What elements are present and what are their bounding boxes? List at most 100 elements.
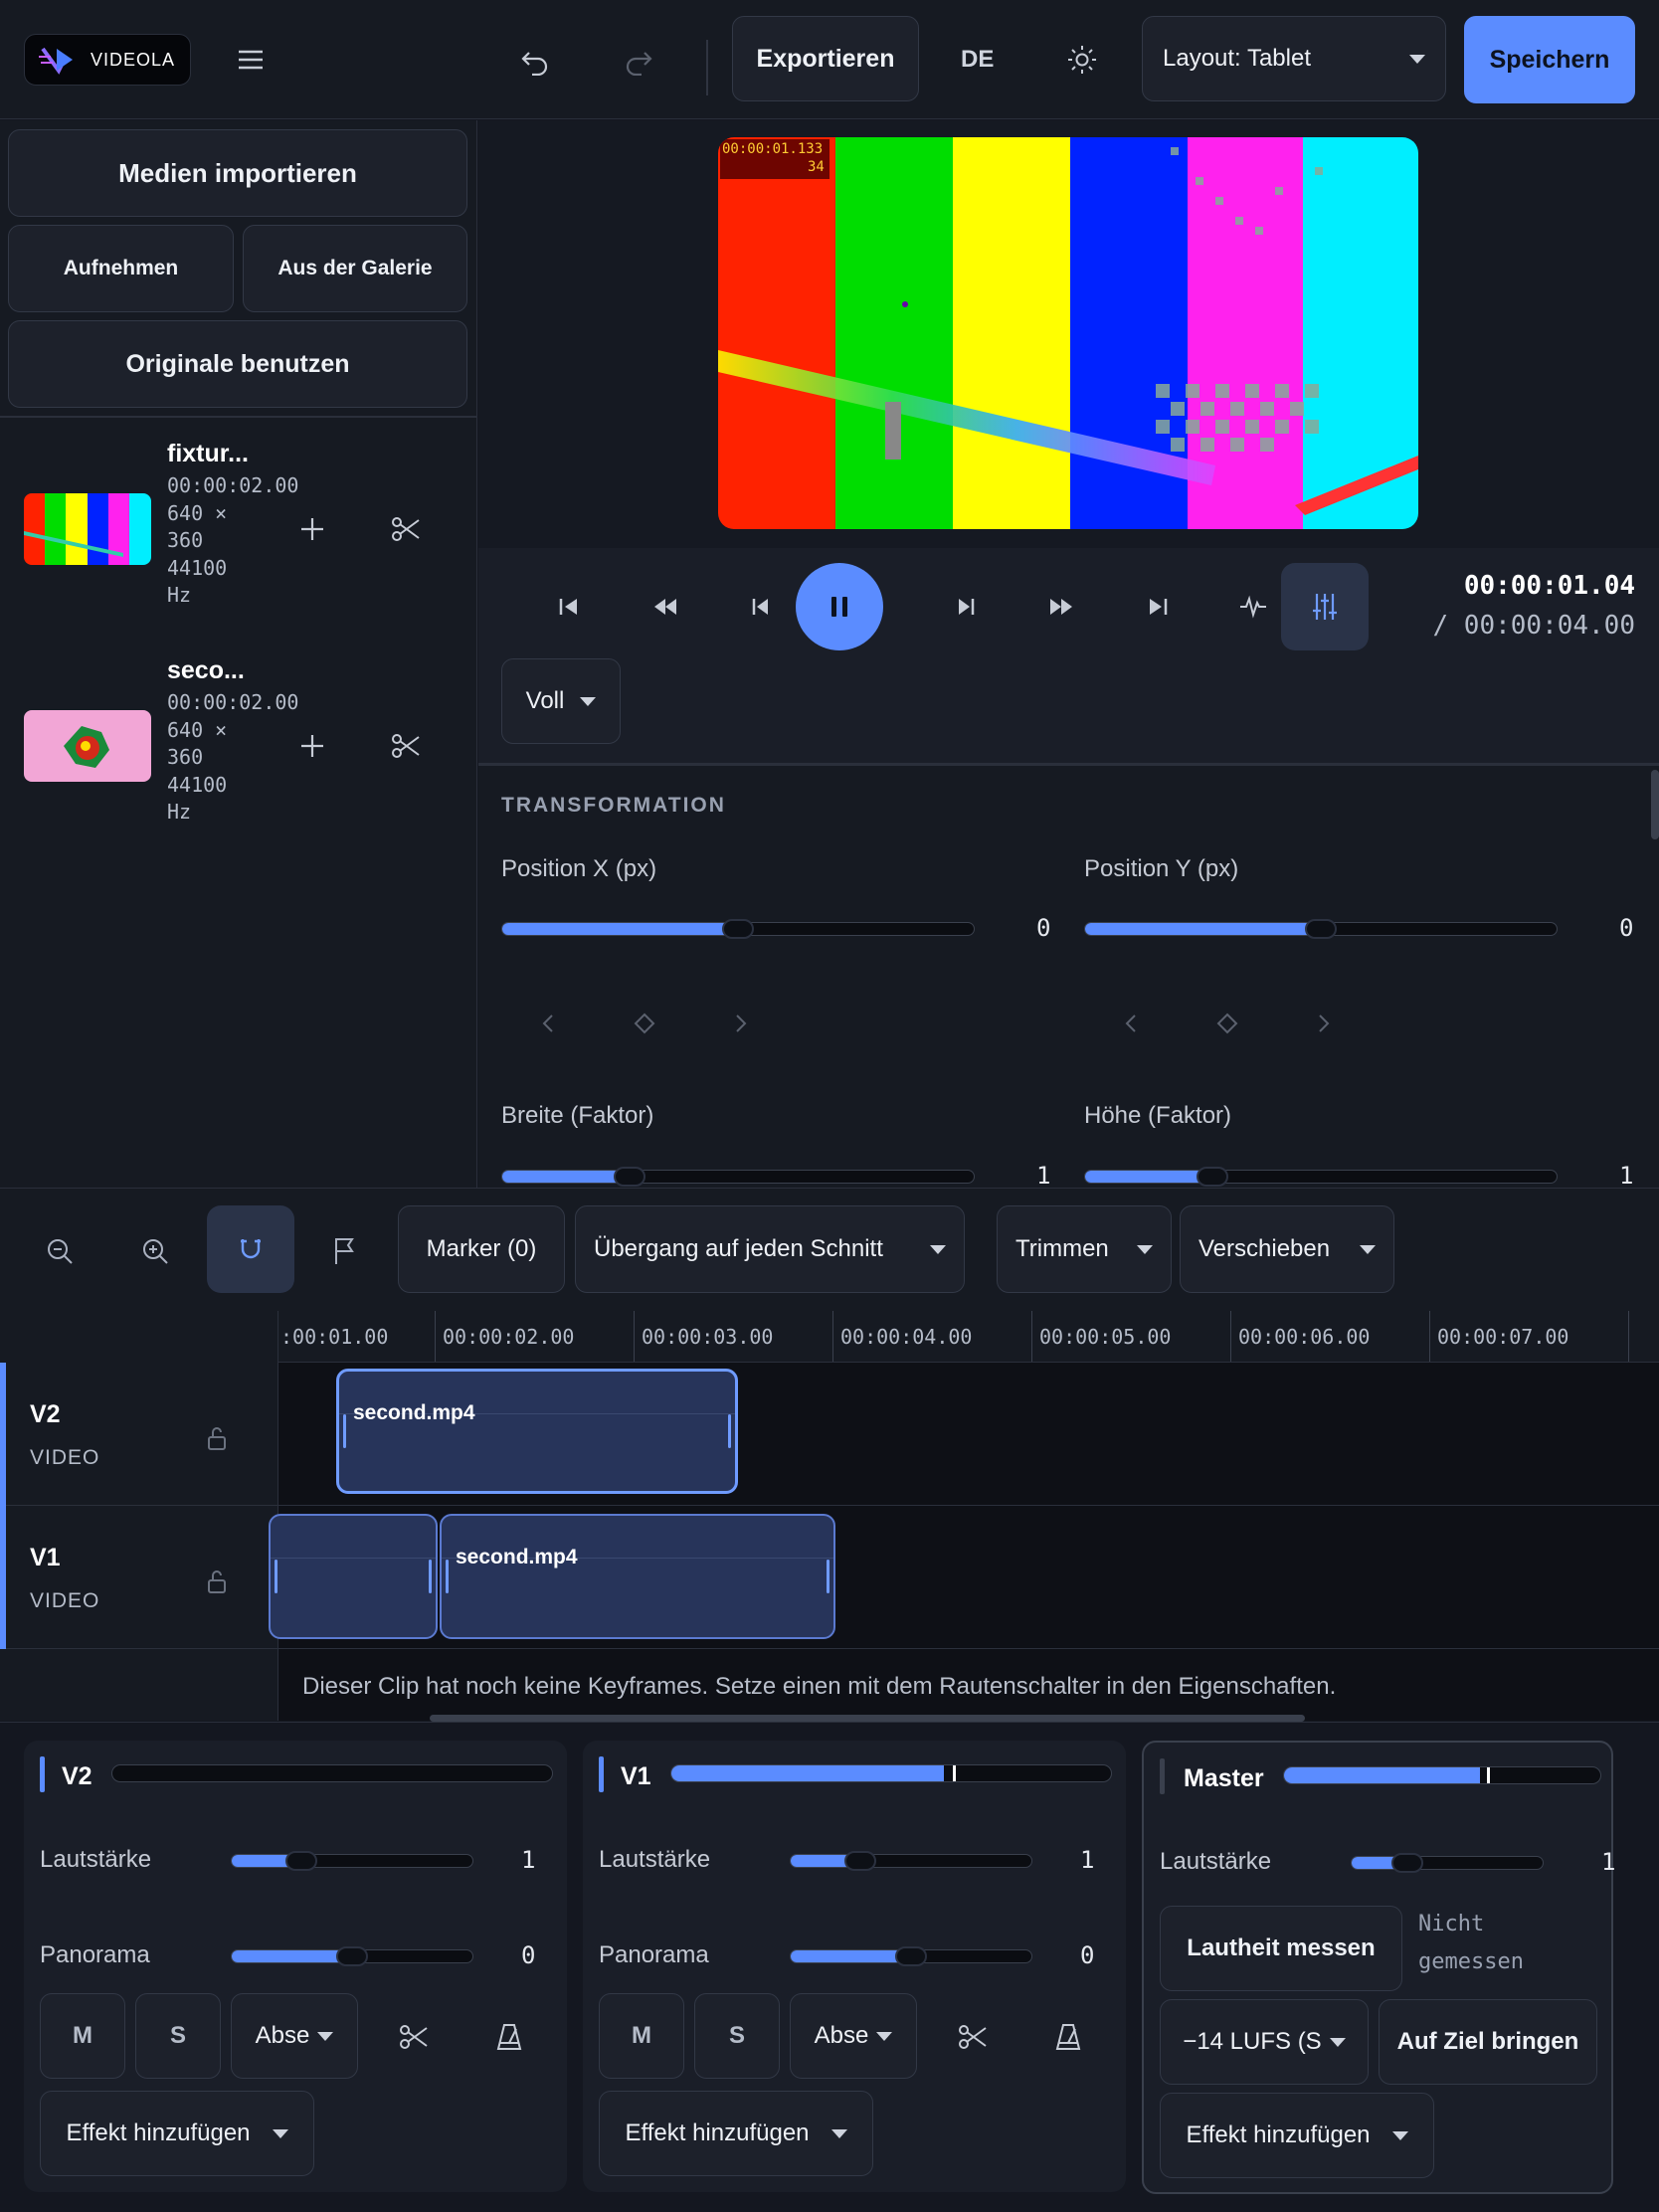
save-button[interactable]: Speichern — [1464, 16, 1635, 103]
chevron-left-button[interactable] — [1108, 1004, 1156, 1043]
step-back-button[interactable] — [736, 587, 784, 627]
pan-slider-knob[interactable] — [336, 1946, 368, 1966]
volume-slider[interactable] — [1351, 1853, 1544, 1873]
redo-icon[interactable] — [615, 40, 662, 84]
add-effect-select[interactable]: Effekt hinzufügen — [599, 2091, 873, 2176]
loudness-target-select[interactable]: −14 LUFS (S — [1160, 1999, 1369, 2085]
record-button[interactable]: Aufnehmen — [8, 225, 234, 312]
metronome-button[interactable] — [487, 2015, 531, 2059]
skip-to-end-button[interactable] — [1134, 587, 1182, 627]
trim-media-button[interactable] — [384, 507, 428, 551]
menu-icon[interactable] — [227, 38, 275, 82]
timeline-clip[interactable] — [269, 1514, 438, 1639]
clip-trim-handle-right[interactable] — [728, 1414, 731, 1448]
volume-slider[interactable] — [231, 1851, 473, 1871]
marker-button[interactable]: Marker (0) — [398, 1205, 565, 1293]
scissors-button[interactable] — [951, 2015, 995, 2059]
skip-to-start-button[interactable] — [545, 587, 593, 627]
time-ruler[interactable]: :00:01.00 00:00:02.00 00:00:03.00 00:00:04.… — [278, 1311, 1659, 1363]
slider-pos_y-knob[interactable] — [1305, 919, 1337, 939]
clip-trim-handle-left[interactable] — [446, 1559, 449, 1594]
language-toggle[interactable]: DE — [961, 46, 994, 74]
transition-select[interactable]: Übergang auf jeden Schnitt — [575, 1205, 965, 1293]
gallery-button[interactable]: Aus der Galerie — [243, 225, 467, 312]
slider-pos_y[interactable] — [1084, 919, 1558, 939]
mixer-toggle-button[interactable] — [1281, 563, 1369, 650]
import-media-button[interactable]: Medien importieren — [8, 129, 467, 217]
step-forward-button[interactable] — [943, 587, 991, 627]
track-header[interactable]: V2 VIDEO — [0, 1363, 278, 1506]
prop-label-height: Höhe (Faktor) — [1084, 1102, 1232, 1129]
apply-target-button[interactable]: Auf Ziel bringen — [1379, 1999, 1597, 2085]
track-header[interactable]: V1 VIDEO — [0, 1506, 278, 1649]
chevron-right-icon — [1319, 1014, 1330, 1032]
zoom-out-icon[interactable] — [36, 1227, 84, 1275]
slider-height[interactable] — [1084, 1167, 1558, 1187]
video-preview: 00:00:01.133 34 — [718, 137, 1418, 529]
theme-sun-icon[interactable] — [1060, 38, 1104, 82]
pan-slider[interactable] — [790, 1946, 1032, 1966]
pan-slider-knob[interactable] — [895, 1946, 927, 1966]
timeline-clip[interactable]: second.mp4 — [336, 1369, 738, 1494]
properties-scrollbar[interactable] — [1651, 770, 1659, 839]
export-button[interactable]: Exportieren — [732, 16, 919, 101]
slider-pos_x[interactable] — [501, 919, 975, 939]
clip-trim-handle-right[interactable] — [827, 1559, 830, 1594]
send-select[interactable]: Abse — [231, 1993, 358, 2079]
pan-slider[interactable] — [231, 1946, 473, 1966]
slider-height-knob[interactable] — [1196, 1167, 1228, 1187]
trim-select[interactable]: Trimmen — [997, 1205, 1172, 1293]
rewind-button[interactable] — [641, 587, 688, 627]
solo-button[interactable]: S — [694, 1993, 780, 2079]
flag-icon[interactable] — [320, 1227, 368, 1275]
measure-loudness-button[interactable]: Lautheit messen — [1160, 1906, 1402, 1991]
send-select[interactable]: Abse — [790, 1993, 917, 2079]
add-effect-select[interactable]: Effekt hinzufügen — [1160, 2093, 1434, 2178]
section-title: TRANSFORMATION — [501, 794, 726, 817]
play-pause-button[interactable] — [796, 563, 883, 650]
add-to-timeline-button[interactable] — [290, 724, 334, 768]
slider-width-knob[interactable] — [613, 1167, 645, 1187]
clip-trim-handle-left[interactable] — [275, 1559, 277, 1594]
volume-slider-knob[interactable] — [285, 1851, 318, 1871]
lock-button[interactable] — [195, 1416, 239, 1460]
ruler-tick-line — [1031, 1311, 1032, 1362]
mute-button[interactable]: M — [599, 1993, 684, 2079]
waveform-button[interactable] — [1229, 587, 1277, 627]
slider-width[interactable] — [501, 1167, 975, 1187]
pause-icon — [831, 597, 847, 617]
keyframe-diamond-button[interactable] — [621, 1004, 668, 1043]
solo-button[interactable]: S — [135, 1993, 221, 2079]
lock-button[interactable] — [195, 1560, 239, 1603]
chevron-left-button[interactable] — [525, 1004, 573, 1043]
scissors-button[interactable] — [392, 2015, 436, 2059]
undo-icon[interactable] — [511, 40, 559, 84]
volume-slider[interactable] — [790, 1851, 1032, 1871]
layout-select[interactable]: Layout: Tablet — [1142, 16, 1446, 101]
snap-toggle-button[interactable] — [207, 1205, 294, 1293]
move-select[interactable]: Verschieben — [1180, 1205, 1394, 1293]
chevron-right-button[interactable] — [716, 1004, 764, 1043]
chevron-right-button[interactable] — [1299, 1004, 1347, 1043]
media-item[interactable]: seco... 00:00:02.00 640 × 360 44100 Hz — [0, 656, 477, 855]
add-effect-select[interactable]: Effekt hinzufügen — [40, 2091, 314, 2176]
slider-pos_x-knob[interactable] — [722, 919, 754, 939]
clip-trim-handle-right[interactable] — [429, 1559, 432, 1594]
add-to-timeline-button[interactable] — [290, 507, 334, 551]
trim-media-button[interactable] — [384, 724, 428, 768]
zoom-in-icon[interactable] — [131, 1227, 179, 1275]
transition-select-value: Übergang auf jeden Schnitt — [594, 1235, 883, 1262]
keyframe-diamond-button[interactable] — [1203, 1004, 1251, 1043]
volume-slider-knob[interactable] — [1390, 1853, 1423, 1873]
step-back-icon — [752, 599, 768, 615]
metronome-button[interactable] — [1046, 2015, 1090, 2059]
quality-select[interactable]: Voll — [501, 658, 621, 744]
timeline-clip[interactable]: second.mp4 — [440, 1514, 835, 1639]
timeline-scrollbar[interactable] — [430, 1715, 1305, 1722]
volume-slider-knob[interactable] — [844, 1851, 877, 1871]
use-originals-button[interactable]: Originale benutzen — [8, 320, 467, 408]
media-item[interactable]: fixtur... 00:00:02.00 640 × 360 44100 Hz — [0, 440, 477, 639]
fast-forward-button[interactable] — [1038, 587, 1086, 627]
mute-button[interactable]: M — [40, 1993, 125, 2079]
clip-trim-handle-left[interactable] — [343, 1414, 346, 1448]
